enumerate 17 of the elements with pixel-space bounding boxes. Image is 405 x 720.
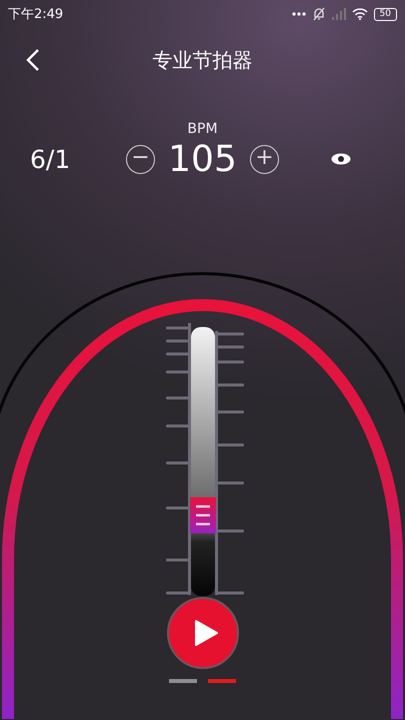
bpm-value: 105 — [168, 138, 238, 180]
play-icon — [192, 619, 218, 647]
page-title: 专业节拍器 — [152, 46, 252, 74]
muted-bell-icon — [312, 7, 326, 21]
decrease-button[interactable]: − — [126, 144, 155, 174]
more-icon — [292, 12, 306, 16]
back-icon — [26, 48, 40, 72]
slider-thumb[interactable] — [190, 497, 216, 534]
time-signature[interactable]: 6/1 — [30, 144, 70, 174]
eye-icon[interactable] — [331, 153, 351, 165]
bpm-label: BPM — [186, 121, 219, 137]
back-button[interactable] — [26, 48, 40, 72]
battery-level: 50 — [374, 8, 397, 20]
status-time: 下午2:49 — [8, 6, 64, 23]
wifi-icon — [352, 8, 368, 20]
signal-icon — [332, 8, 346, 20]
increase-button[interactable]: + — [250, 144, 279, 174]
